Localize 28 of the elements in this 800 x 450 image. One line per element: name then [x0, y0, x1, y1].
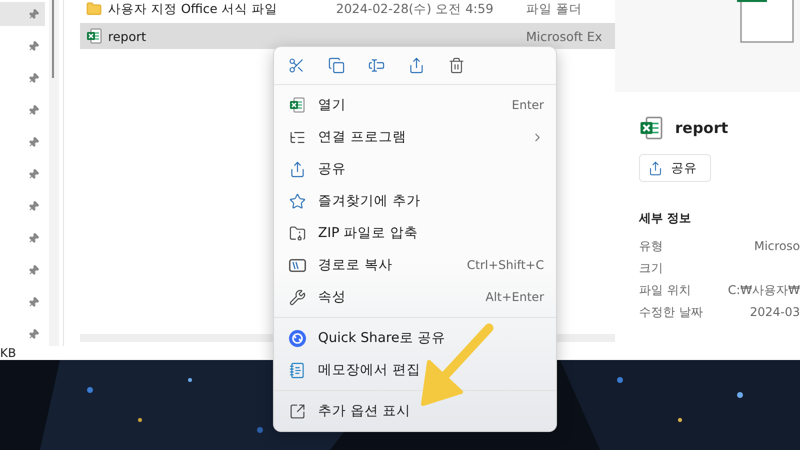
property-value: 2024-03	[750, 305, 800, 319]
property-label: 크기	[639, 260, 663, 276]
shortcut-text: Enter	[512, 98, 544, 112]
menu-label: Quick Share로 공유	[318, 329, 447, 347]
property-value: Microso	[754, 239, 800, 253]
property-label: 유형	[639, 238, 663, 254]
property-label: 파일 위치	[639, 282, 691, 298]
menu-label: 속성	[318, 288, 347, 306]
menu-label: 연결 프로그램	[318, 128, 408, 146]
menu-label: ZIP 파일로 압축	[318, 224, 419, 242]
menu-label: 열기	[318, 96, 347, 114]
shortcut-text: Ctrl+Shift+C	[466, 258, 544, 272]
menu-label: 공유	[318, 160, 347, 178]
menu-label: 추가 옵션 표시	[318, 402, 412, 420]
menu-label: 메모장에서 편집	[318, 361, 422, 379]
file-type: 파일 폴더	[526, 0, 582, 18]
shortcut-text: Alt+Enter	[485, 290, 544, 304]
status-text: KB	[0, 346, 16, 360]
property-value: C:₩사용자₩	[728, 282, 800, 298]
file-name: report	[108, 28, 146, 44]
file-title: report	[675, 119, 728, 137]
section-title: 세부 정보	[639, 210, 692, 227]
menu-label: 즐겨찾기에 추가	[318, 192, 422, 210]
file-name: 사용자 지정 Office 서식 파일	[108, 0, 278, 18]
modified-date: 2024-02-28(수) 오전 4:59	[336, 0, 494, 16]
menu-label: 경로로 복사	[318, 256, 394, 274]
file-type: Microsoft Ex	[526, 28, 602, 44]
property-label: 수정한 날짜	[639, 304, 703, 320]
